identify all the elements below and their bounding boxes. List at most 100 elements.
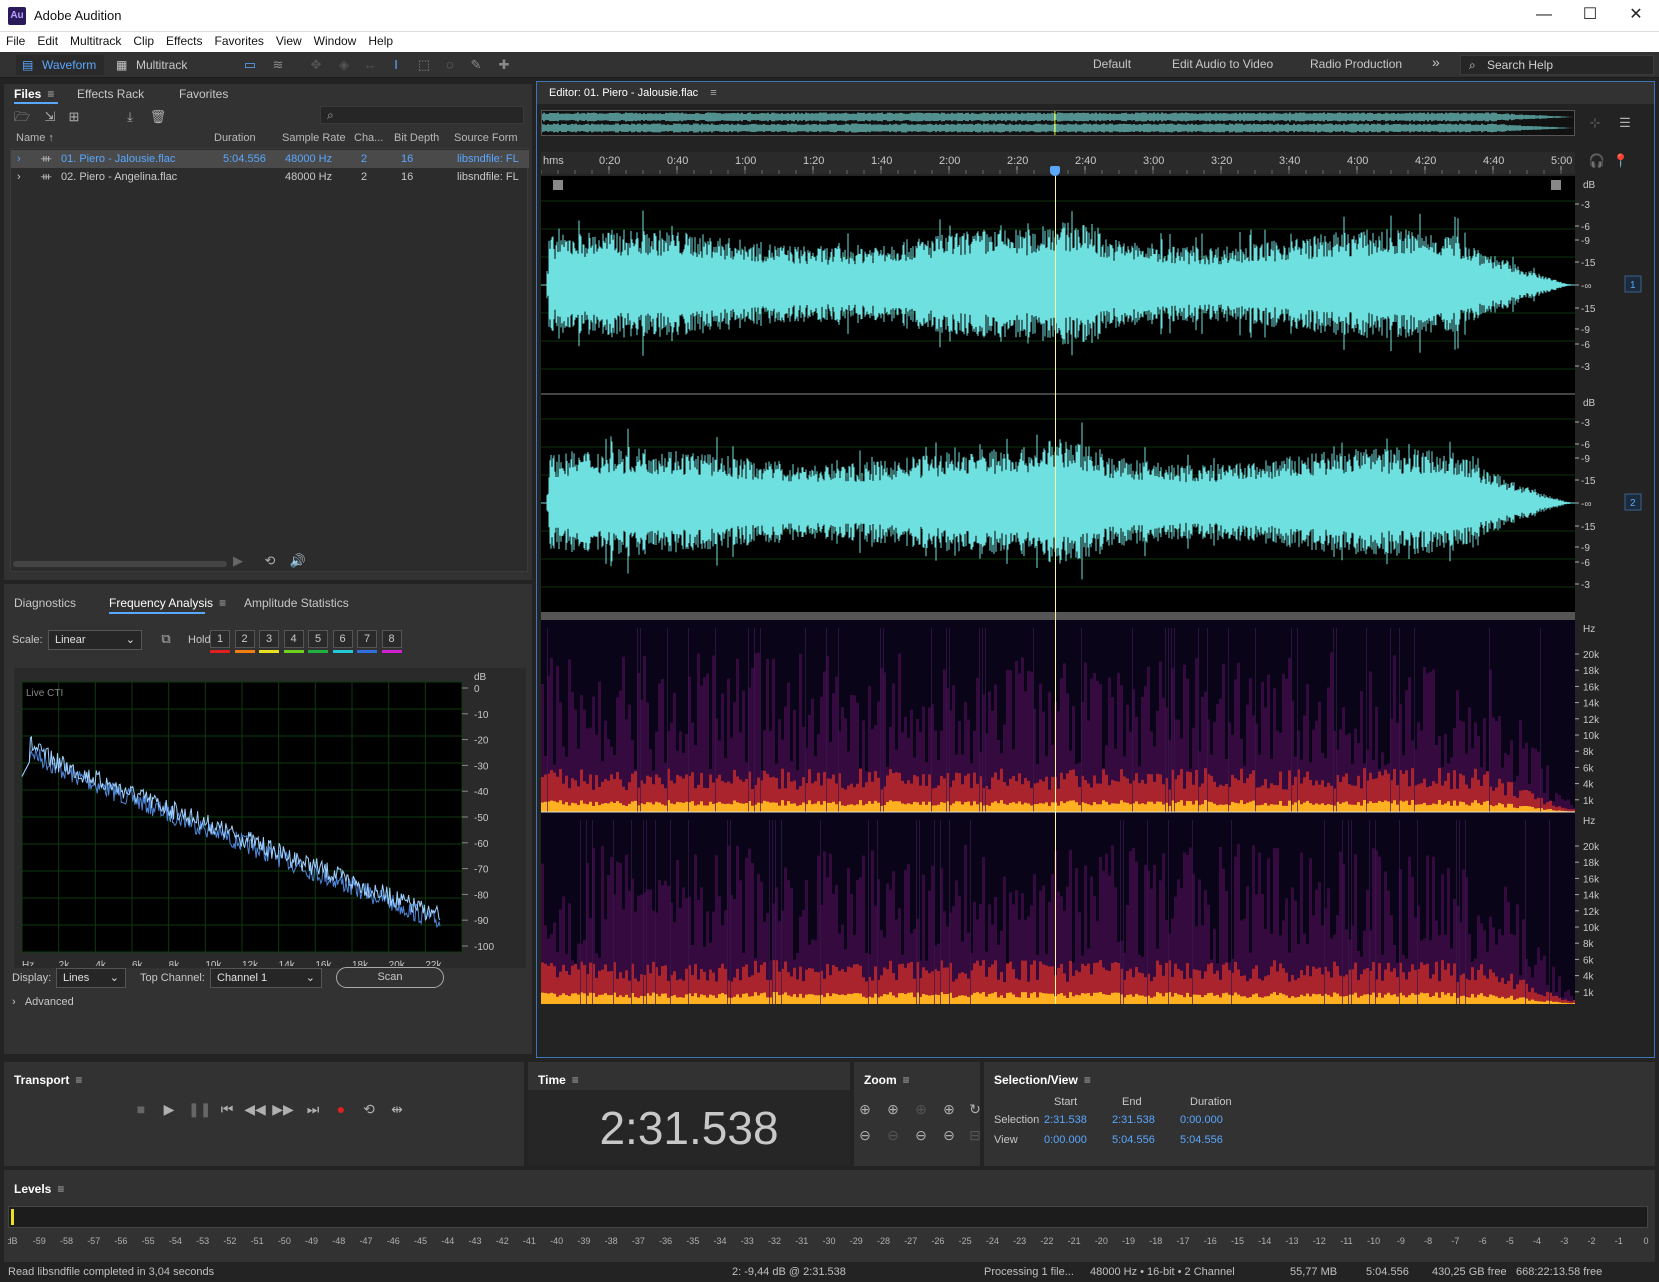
more-workspaces-button[interactable]: » bbox=[1432, 54, 1440, 70]
skip-to-start-icon[interactable]: ⏮ bbox=[216, 1098, 238, 1120]
view-duration[interactable]: 5:04.556 bbox=[1180, 1134, 1223, 1146]
new-file-icon[interactable]: ⊞ bbox=[64, 108, 84, 126]
tab-diagnostics[interactable]: Diagnostics bbox=[14, 596, 76, 610]
files-search-input[interactable]: ⌕ bbox=[320, 106, 524, 124]
headphones-icon[interactable]: 🎧 bbox=[1587, 152, 1607, 170]
menu-view[interactable]: View bbox=[270, 32, 308, 48]
menu-edit[interactable]: Edit bbox=[31, 32, 64, 48]
maximize-button[interactable]: ☐ bbox=[1567, 0, 1613, 32]
insert-icon[interactable]: ⤓ bbox=[120, 108, 140, 126]
zoom-in-amplitude-icon[interactable]: ⊕ bbox=[854, 1098, 876, 1120]
skip-to-end-icon[interactable]: ⏭ bbox=[302, 1098, 324, 1120]
col-sample-rate[interactable]: Sample Rate bbox=[282, 132, 346, 144]
zoom-out-amplitude-icon[interactable]: ⊖ bbox=[854, 1124, 876, 1146]
view-start[interactable]: 0:00.000 bbox=[1044, 1134, 1087, 1146]
menu-effects[interactable]: Effects bbox=[160, 32, 208, 48]
col-channels[interactable]: Cha... bbox=[354, 132, 383, 144]
healing-tool-icon[interactable]: ✚ bbox=[494, 56, 514, 74]
record-icon[interactable]: ● bbox=[330, 1098, 352, 1120]
waveform-display[interactable] bbox=[541, 176, 1575, 612]
slip-tool-icon[interactable]: ↔ bbox=[360, 56, 380, 74]
editor-title[interactable]: Editor: 01. Piero - Jalousie.flac ≡ bbox=[549, 87, 717, 99]
time-selection-tool-icon[interactable]: I bbox=[386, 56, 406, 74]
panel-menu-icon[interactable]: ≡ bbox=[572, 1073, 579, 1087]
frequency-graph[interactable]: Live CTI dB0 -10 -20 -30 -40 -50 -60 -70 -80 -90 -1… bbox=[18, 672, 526, 966]
selection-end[interactable]: 2:31.538 bbox=[1112, 1114, 1155, 1126]
hold-button-7[interactable]: 7 bbox=[357, 630, 377, 648]
rewind-icon[interactable]: ◀◀ bbox=[244, 1098, 266, 1120]
selection-start[interactable]: 2:31.538 bbox=[1044, 1114, 1087, 1126]
hold-button-4[interactable]: 4 bbox=[283, 630, 304, 648]
hold-button-1[interactable]: 1 bbox=[210, 630, 230, 648]
scale-select[interactable]: Linear ⌄ bbox=[48, 630, 142, 650]
menu-help[interactable]: Help bbox=[362, 32, 399, 48]
open-folder-icon[interactable]: 🗁 bbox=[12, 108, 32, 126]
playhead-handle[interactable] bbox=[1049, 166, 1060, 176]
lasso-tool-icon[interactable]: ◌ bbox=[440, 56, 460, 74]
pin-icon[interactable]: 📍 bbox=[1611, 152, 1631, 170]
panel-menu-icon[interactable]: ≡ bbox=[57, 1182, 64, 1196]
tab-files[interactable]: Files ≡ bbox=[14, 87, 54, 101]
play-icon[interactable]: ▶ bbox=[158, 1098, 180, 1120]
close-button[interactable]: ✕ bbox=[1613, 0, 1659, 32]
loop-preview-icon[interactable]: ⟲ bbox=[260, 552, 280, 570]
razor-tool-icon[interactable]: ◈ bbox=[334, 56, 354, 74]
display-select[interactable]: Lines ⌄ bbox=[56, 968, 126, 988]
workspace-edit-audio-to-video[interactable]: Edit Audio to Video bbox=[1172, 57, 1273, 71]
splitter[interactable] bbox=[541, 612, 1575, 620]
menu-file[interactable]: File bbox=[0, 32, 31, 48]
menu-clip[interactable]: Clip bbox=[127, 32, 160, 48]
search-help-field[interactable]: ⌕ Search Help bbox=[1460, 55, 1654, 75]
tab-frequency-analysis[interactable]: Frequency Analysis ≡ bbox=[109, 596, 226, 610]
import-icon[interactable]: ⇲ bbox=[40, 108, 60, 126]
zoom-in-icon[interactable]: ⊕ bbox=[882, 1098, 904, 1120]
col-bit-depth[interactable]: Bit Depth bbox=[394, 132, 439, 144]
pitch-display-icon[interactable]: ≋ bbox=[268, 56, 288, 74]
marquee-tool-icon[interactable]: ⬚ bbox=[414, 56, 434, 74]
zoom-in-point-icon[interactable]: ⊕ bbox=[910, 1098, 932, 1120]
overview-menu-icon[interactable]: ☰ bbox=[1615, 114, 1635, 132]
workspace-radio-production[interactable]: Radio Production bbox=[1310, 57, 1402, 71]
view-end[interactable]: 5:04.556 bbox=[1112, 1134, 1155, 1146]
pause-icon[interactable]: ❚❚ bbox=[188, 1098, 211, 1120]
stop-icon[interactable]: ■ bbox=[130, 1098, 152, 1120]
zoom-reset-icon[interactable]: ↻ bbox=[964, 1098, 986, 1120]
move-tool-icon[interactable]: ✥ bbox=[306, 56, 326, 74]
zoom-out-full-icon[interactable]: ⊖ bbox=[910, 1124, 932, 1146]
workspace-default[interactable]: Default bbox=[1093, 57, 1131, 71]
zoom-out-selection-icon[interactable]: ⊖ bbox=[938, 1124, 960, 1146]
hold-button-6[interactable]: 6 bbox=[332, 630, 353, 648]
menu-window[interactable]: Window bbox=[308, 32, 363, 48]
table-row[interactable]: › ᚒ 01. Piero - Jalousie.flac 5:04.556 4… bbox=[11, 150, 529, 168]
play-preview-icon[interactable]: ▶ bbox=[228, 552, 248, 570]
top-channel-select[interactable]: Channel 1 ⌄ bbox=[210, 968, 322, 988]
panel-menu-icon[interactable]: ≡ bbox=[219, 596, 226, 610]
col-name[interactable]: Name ↑ bbox=[16, 132, 54, 144]
hold-button-5[interactable]: 5 bbox=[308, 630, 328, 648]
fast-forward-icon[interactable]: ▶▶ bbox=[272, 1098, 294, 1120]
zoom-out-icon[interactable]: ⊖ bbox=[882, 1124, 904, 1146]
auto-play-icon[interactable]: 🔊 bbox=[288, 552, 308, 570]
spectral-display[interactable] bbox=[541, 620, 1575, 1004]
zoom-frequency-icon[interactable]: ⊟ bbox=[964, 1124, 986, 1146]
menu-multitrack[interactable]: Multitrack bbox=[64, 32, 127, 48]
expand-icon[interactable]: › bbox=[17, 168, 21, 186]
zoom-navigator-icon[interactable]: ⊹ bbox=[1585, 114, 1605, 132]
expand-icon[interactable]: › bbox=[17, 150, 21, 168]
waveform-mode-button[interactable]: ▤ Waveform bbox=[16, 55, 105, 75]
delete-icon[interactable]: 🗑 bbox=[148, 108, 168, 126]
panel-menu-icon[interactable]: ≡ bbox=[1084, 1073, 1091, 1087]
copy-graph-icon[interactable]: ⧉ bbox=[156, 630, 176, 648]
tab-favorites[interactable]: Favorites bbox=[179, 87, 228, 101]
multitrack-mode-button[interactable]: ▦ Multitrack bbox=[110, 55, 195, 75]
horizontal-scrollbar[interactable] bbox=[13, 561, 227, 567]
hold-button-3[interactable]: 3 bbox=[259, 630, 279, 648]
table-row[interactable]: › ᚒ 02. Piero - Angelina.flac 48000 Hz 2… bbox=[11, 168, 529, 186]
panel-menu-icon[interactable]: ≡ bbox=[710, 87, 716, 99]
tab-amplitude-statistics[interactable]: Amplitude Statistics bbox=[244, 596, 349, 610]
scan-button[interactable]: Scan bbox=[336, 967, 444, 988]
advanced-toggle[interactable]: › Advanced bbox=[12, 996, 74, 1008]
tab-effects-rack[interactable]: Effects Rack bbox=[77, 87, 144, 101]
skip-selection-icon[interactable]: ⇹ bbox=[386, 1098, 408, 1120]
hold-button-8[interactable]: 8 bbox=[381, 630, 402, 648]
